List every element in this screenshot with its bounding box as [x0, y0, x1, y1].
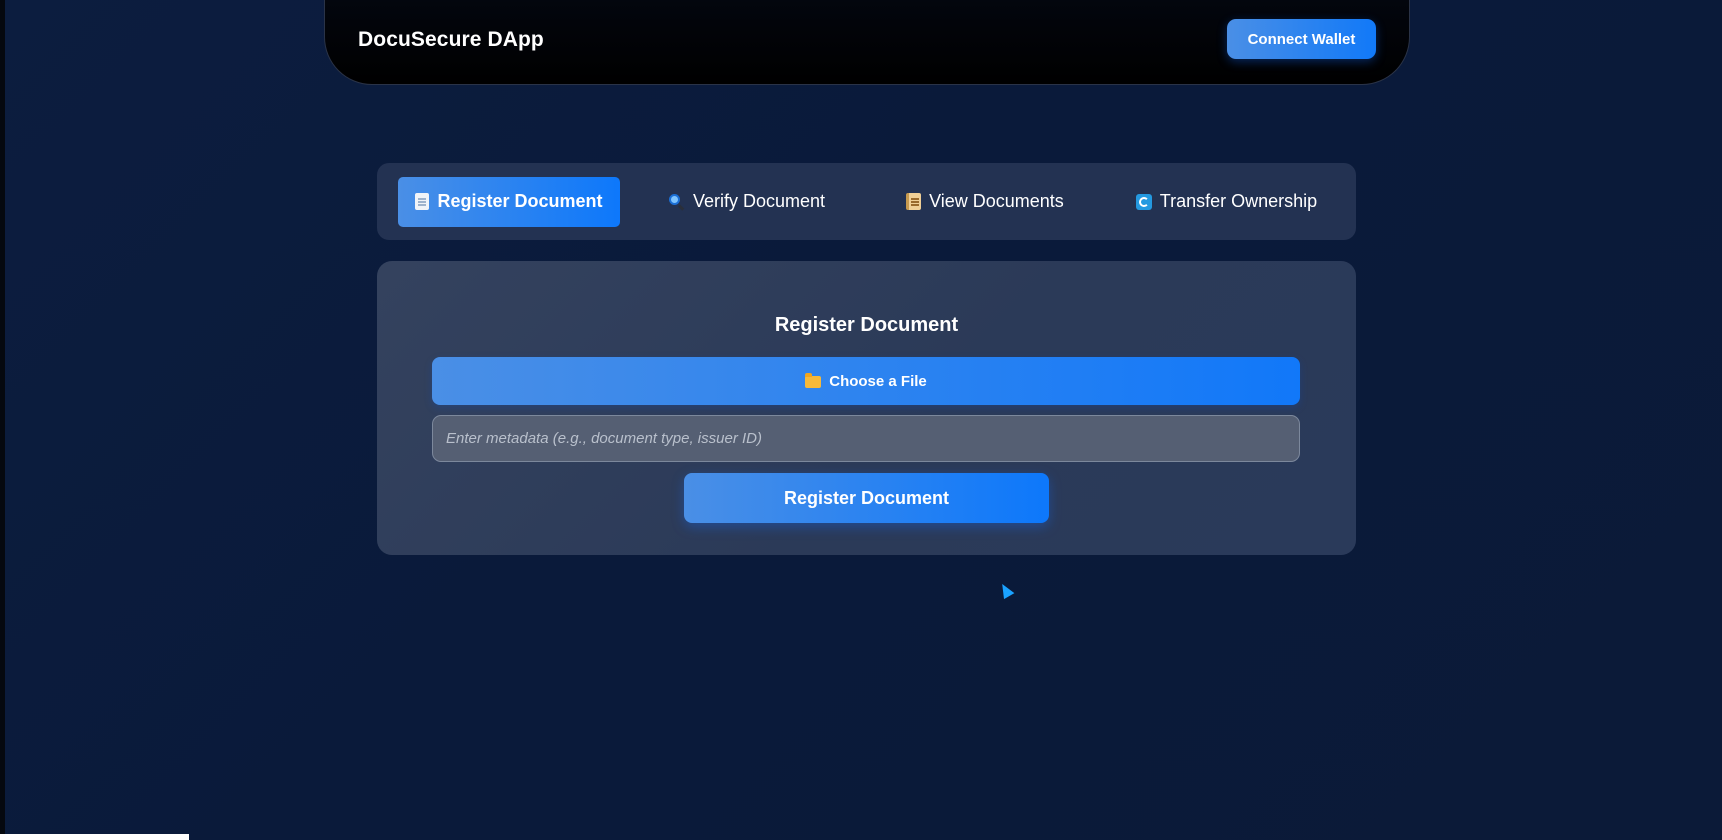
page-icon	[415, 193, 430, 210]
register-document-panel: Register Document Choose a File Register…	[377, 261, 1356, 555]
folder-icon	[805, 373, 822, 388]
choose-file-button[interactable]: Choose a File	[432, 357, 1300, 405]
metadata-input[interactable]	[432, 415, 1300, 462]
tab-verify-document[interactable]: Verify Document	[668, 177, 825, 227]
app-title: DocuSecure DApp	[358, 28, 544, 51]
cycle-arrows-icon	[1135, 193, 1152, 210]
tab-label: Verify Document	[693, 191, 826, 211]
tab-label: Transfer Ownership	[1159, 191, 1318, 211]
bottom-edge-bar	[0, 834, 189, 840]
register-document-button[interactable]: Register Document	[684, 473, 1049, 523]
tab-transfer-ownership[interactable]: Transfer Ownership	[1135, 177, 1318, 227]
tab-label: View Documents	[929, 191, 1064, 211]
window-edge	[0, 0, 5, 840]
connect-wallet-button[interactable]: Connect Wallet	[1227, 19, 1376, 59]
tab-label: Register Document	[437, 191, 603, 211]
magnifier-icon	[668, 193, 685, 210]
tab-register-document[interactable]: Register Document	[398, 176, 620, 227]
tab-bar: Register Document Verify Document View D…	[377, 163, 1356, 240]
tab-view-documents[interactable]: View Documents	[906, 177, 1064, 227]
mouse-cursor-icon	[997, 581, 1015, 600]
scroll-icon	[906, 193, 922, 210]
choose-file-label: Choose a File	[829, 372, 927, 390]
panel-title: Register Document	[774, 314, 959, 336]
app-header: DocuSecure DApp Connect Wallet	[324, 0, 1410, 85]
